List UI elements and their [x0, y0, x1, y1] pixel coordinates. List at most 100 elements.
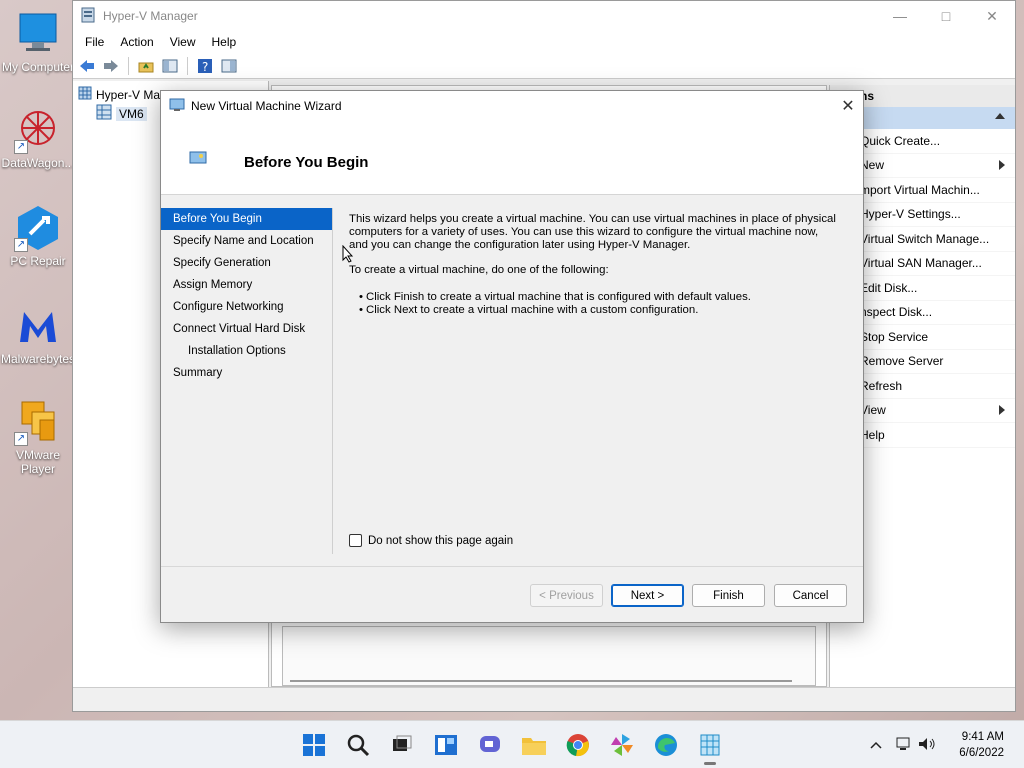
mouse-cursor-icon	[342, 244, 354, 266]
volume-icon[interactable]	[918, 737, 936, 754]
clock-time: 9:41 AM	[961, 731, 1004, 743]
wizard-steps-nav: Before You Begin Specify Name and Locati…	[161, 208, 333, 554]
options-list: Click Finish to create a virtual machine…	[349, 291, 839, 317]
submenu-arrow-icon	[999, 160, 1005, 171]
wizard-banner: Before You Begin	[161, 121, 863, 195]
list-item: Click Finish to create a virtual machine…	[359, 291, 839, 304]
taskbar: 9:41 AM 6/6/2022	[0, 720, 1024, 768]
up-folder-icon[interactable]	[136, 56, 156, 76]
desktop-icon-label: VMware Player	[15, 448, 60, 476]
taskbar-clock[interactable]: 9:41 AM 6/6/2022	[959, 729, 1004, 761]
dialog-title: New Virtual Machine Wizard	[191, 99, 342, 113]
task-view-icon[interactable]	[388, 731, 416, 759]
menu-help[interactable]: Help	[204, 35, 245, 49]
chrome-icon[interactable]	[564, 731, 592, 759]
desktop-icon-label: Malwarebytes	[0, 352, 76, 366]
submenu-arrow-icon	[999, 405, 1005, 416]
tree-node-label: VM6	[116, 106, 147, 121]
show-action-pane-icon[interactable]	[219, 56, 239, 76]
wizard-app-icon	[169, 98, 185, 115]
desktop-icon-my-computer[interactable]: My Computer	[0, 10, 76, 74]
desktop-icon-label: PC Repair	[10, 254, 66, 268]
vmware-icon: ↗	[14, 398, 62, 446]
chat-icon[interactable]	[476, 731, 504, 759]
pinwheel-app-icon[interactable]	[608, 731, 636, 759]
finish-button[interactable]: Finish	[692, 584, 765, 607]
desktop-icon-pc-repair[interactable]: ↗ PC Repair	[0, 204, 76, 268]
new-vm-wizard-dialog: New Virtual Machine Wizard ✕ Before You …	[160, 90, 864, 623]
toolbar-separator	[128, 56, 129, 75]
step-configure-networking[interactable]: Configure Networking	[161, 296, 332, 318]
network-icon[interactable]	[896, 737, 912, 754]
checkbox-box[interactable]	[349, 534, 362, 547]
menu-view[interactable]: View	[162, 35, 204, 49]
step-before-you-begin[interactable]: Before You Begin	[161, 208, 332, 230]
dont-show-again-checkbox[interactable]: Do not show this page again	[349, 534, 513, 547]
edge-icon[interactable]	[652, 731, 680, 759]
forward-arrow-icon[interactable]	[101, 56, 121, 76]
show-hide-tree-icon[interactable]	[160, 56, 180, 76]
system-tray	[870, 721, 936, 768]
pc-repair-icon: ↗	[14, 204, 62, 252]
desktop-icon-vmware[interactable]: ↗ VMware Player	[0, 398, 76, 476]
search-icon[interactable]	[344, 731, 372, 759]
clock-date: 6/6/2022	[959, 747, 1004, 759]
dialog-titlebar: New Virtual Machine Wizard ✕	[161, 91, 863, 121]
hyperv-app-icon	[81, 7, 95, 26]
horizontal-scrollbar[interactable]	[290, 680, 792, 682]
wizard-content: This wizard helps you create a virtual m…	[349, 213, 839, 317]
desktop-icon-datawagon[interactable]: ↗ DataWagon...	[0, 106, 76, 170]
menu-file[interactable]: File	[77, 35, 112, 49]
collapse-up-icon[interactable]	[995, 113, 1005, 119]
dialog-close-button[interactable]: ✕	[833, 96, 863, 116]
malwarebytes-icon	[14, 302, 62, 350]
datawagon-icon: ↗	[14, 106, 62, 154]
hyperv-manager-icon[interactable]	[696, 731, 724, 765]
shortcut-arrow-icon: ↗	[14, 432, 28, 446]
virtual-machine-icon	[189, 151, 207, 168]
desktop-icon-label: My Computer	[1, 60, 75, 74]
file-explorer-icon[interactable]	[520, 731, 548, 759]
monitor-icon	[14, 10, 62, 58]
step-assign-memory[interactable]: Assign Memory	[161, 274, 332, 296]
server-icon	[96, 104, 112, 123]
svg-text:?: ?	[202, 60, 208, 74]
maximize-button[interactable]: □	[923, 1, 969, 31]
shortcut-arrow-icon: ↗	[14, 238, 28, 252]
hyperv-manager-icon	[78, 86, 92, 103]
help-icon[interactable]: ?	[195, 56, 215, 76]
intro-text: This wizard helps you create a virtual m…	[349, 213, 836, 251]
shortcut-arrow-icon: ↗	[14, 140, 28, 154]
step-specify-generation[interactable]: Specify Generation	[161, 252, 332, 274]
close-window-button[interactable]: ✕	[969, 1, 1015, 31]
details-pane	[282, 626, 816, 686]
next-button[interactable]: Next >	[611, 584, 684, 607]
widgets-icon[interactable]	[432, 731, 460, 759]
cancel-button[interactable]: Cancel	[774, 584, 847, 607]
window-titlebar: Hyper-V Manager — □ ✕	[73, 1, 1015, 31]
desktop-icon-malwarebytes[interactable]: Malwarebytes	[0, 302, 76, 366]
desktop-icon-label: DataWagon...	[1, 156, 75, 170]
step-specify-name-location[interactable]: Specify Name and Location	[161, 230, 332, 252]
footer-divider	[161, 566, 863, 567]
step-connect-virtual-hard-disk[interactable]: Connect Virtual Hard Disk	[161, 318, 332, 340]
window-title: Hyper-V Manager	[103, 9, 198, 23]
toolbar: ?	[73, 53, 1015, 79]
step-summary[interactable]: Summary	[161, 362, 332, 384]
list-item: Click Next to create a virtual machine w…	[359, 304, 839, 317]
minimize-button[interactable]: —	[877, 1, 923, 31]
menu-action[interactable]: Action	[112, 35, 161, 49]
back-arrow-icon[interactable]	[77, 56, 97, 76]
step-installation-options[interactable]: Installation Options	[161, 340, 332, 362]
start-icon[interactable]	[300, 731, 328, 759]
status-bar	[73, 687, 1015, 711]
tree-node-vm6[interactable]: VM6	[96, 104, 147, 123]
tree-node-label: Hyper-V Ma	[96, 87, 161, 102]
previous-button[interactable]: < Previous	[530, 584, 603, 607]
menu-bar: File Action View Help	[73, 31, 1015, 53]
checkbox-label: Do not show this page again	[368, 534, 514, 547]
tree-node-hyperv-manager[interactable]: Hyper-V Ma	[78, 86, 160, 103]
chevron-up-icon[interactable]	[870, 738, 882, 752]
instruction-text: To create a virtual machine, do one of t…	[349, 264, 609, 276]
toolbar-separator	[187, 56, 188, 75]
